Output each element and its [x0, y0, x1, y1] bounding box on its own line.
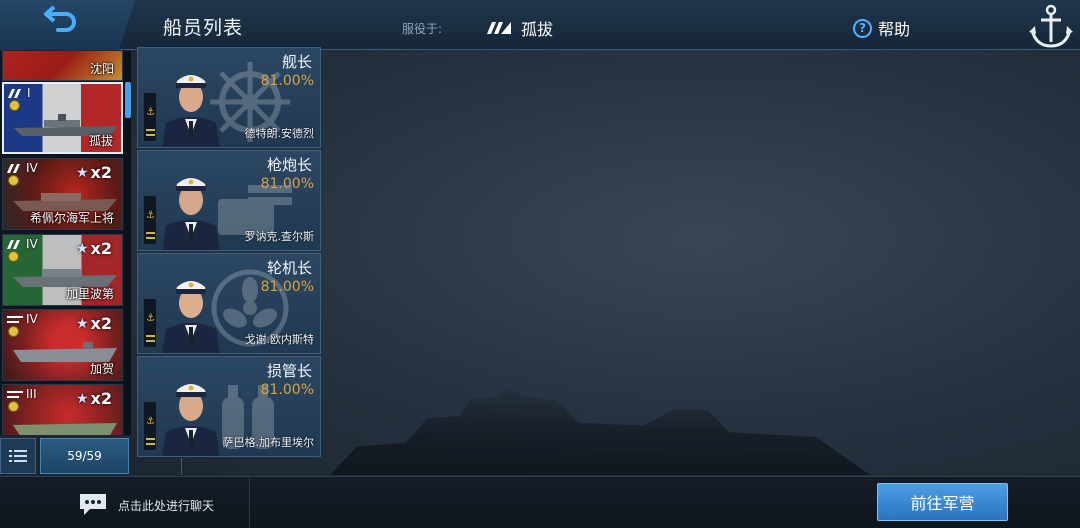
exp-multiplier: ★ x2 — [75, 163, 112, 182]
ship-name: 孤拔 — [88, 134, 113, 148]
ship-count: 59/59 — [40, 438, 129, 474]
ship-list-scroll-thumb[interactable] — [125, 82, 131, 118]
ship-item[interactable]: IV ★ x2 希佩尔海军上将 — [2, 158, 123, 230]
tier-row: IV — [7, 312, 38, 326]
back-arrow-icon — [43, 5, 76, 32]
crew-name: 萨巴格.加布里埃尔 — [222, 436, 315, 449]
crew-role: 轮机长 — [266, 259, 312, 277]
crew-percent: 81.00% — [260, 73, 314, 89]
level-badge-icon — [8, 175, 19, 186]
exp-multiplier: ★ x2 — [75, 314, 112, 333]
help-icon: ? — [853, 18, 872, 38]
ship-item-selected[interactable]: I 孤拔 — [2, 82, 123, 154]
ship-class-icon — [7, 239, 20, 249]
ship-item[interactable]: 沈阳 — [2, 51, 123, 81]
list-view-button[interactable] — [0, 438, 36, 474]
rank-insignia: ⚓ — [143, 195, 157, 245]
crew-card-captain[interactable]: ⚓ 舰长 81.00% 德特朗.安德烈 — [137, 47, 321, 148]
ship-model — [13, 342, 117, 362]
level-badge-icon — [9, 100, 20, 111]
ship-name: 加里波第 — [65, 287, 114, 301]
chat-prompt: 点击此处进行聊天 — [118, 499, 215, 513]
tier-row: I — [8, 86, 31, 100]
bottom-bar: 点击此处进行聊天 前往军营 — [0, 476, 1080, 528]
crew-percent: 81.00% — [260, 279, 314, 295]
help-button[interactable]: ? 帮助 — [853, 16, 910, 40]
ship-tier: III — [26, 387, 37, 401]
tier-row: IV — [7, 237, 38, 251]
tier-row: III — [7, 387, 37, 401]
rank-insignia: ⚓ — [143, 298, 157, 348]
star-icon: ★ — [75, 390, 89, 407]
chat-bubble-icon — [80, 494, 106, 515]
ship-model — [13, 269, 117, 287]
crew-name: 德特朗.安德烈 — [244, 127, 315, 140]
background-warship-silhouette — [330, 387, 870, 475]
crew-card-engineer[interactable]: ⚓ 轮机长 81.00% 戈谢.欧内斯特 — [137, 253, 321, 354]
ship-list[interactable]: 沈阳 I 孤拔 IV ★ x2 希佩尔海军上将 IV ★ x2 加里波第 IV … — [0, 51, 130, 435]
crew-name: 戈谢.欧内斯特 — [244, 333, 315, 346]
help-label: 帮助 — [878, 20, 911, 39]
level-badge-icon — [8, 251, 19, 262]
carrier-class-icon — [7, 315, 23, 323]
crew-role: 枪炮长 — [266, 156, 312, 174]
crew-percent: 81.00% — [260, 176, 314, 192]
ship-item[interactable]: IV ★ x2 加贺 — [2, 309, 123, 381]
ship-tier: IV — [26, 237, 38, 251]
crew-card-damage-control[interactable]: ⚓ 损管长 81.00% 萨巴格.加布里埃尔 — [137, 356, 321, 457]
level-badge-icon — [8, 326, 19, 337]
exp-multiplier: ★ x2 — [75, 389, 112, 408]
ship-tier: IV — [26, 161, 38, 175]
level-badge-icon — [8, 401, 19, 412]
service-label: 服役于: — [402, 22, 443, 36]
go-to-barracks-button[interactable]: 前往军营 — [877, 483, 1008, 521]
ship-class-icon — [7, 163, 20, 173]
page-title: 船员列表 — [163, 17, 244, 39]
rank-insignia: ⚓ — [143, 401, 157, 451]
crew-portrait — [162, 75, 220, 147]
anchor-home-icon[interactable] — [1026, 2, 1076, 50]
divider — [181, 458, 182, 475]
crew-name: 罗讷克.查尔斯 — [244, 230, 315, 243]
carrier-class-icon — [7, 390, 23, 398]
star-icon: ★ — [75, 315, 89, 332]
list-icon — [9, 450, 27, 462]
ship-class-icon — [487, 22, 511, 34]
crew-card-gunnery[interactable]: ⚓ 枪炮长 81.00% 罗讷克.查尔斯 — [137, 150, 321, 251]
star-icon: ★ — [75, 240, 89, 257]
ship-class-icon — [8, 88, 21, 98]
ship-name: 沈阳 — [89, 62, 114, 76]
back-button[interactable] — [0, 0, 135, 50]
crew-portrait — [162, 384, 220, 456]
ship-name: 希佩尔海军上将 — [29, 211, 114, 225]
crew-portrait — [162, 178, 220, 250]
ship-model — [13, 423, 117, 435]
crew-portrait — [162, 281, 220, 353]
service-ship-name: 孤拔 — [521, 20, 554, 39]
crew-role: 损管长 — [266, 362, 312, 380]
star-icon: ★ — [75, 164, 89, 181]
ship-item[interactable]: IV ★ x2 加里波第 — [2, 234, 123, 306]
crew-percent: 81.00% — [260, 382, 314, 398]
ship-model — [13, 193, 117, 211]
ship-tier: IV — [26, 312, 38, 326]
exp-multiplier: ★ x2 — [75, 239, 112, 258]
tier-row: IV — [7, 161, 38, 175]
crew-role: 舰长 — [281, 53, 312, 71]
ship-name: 加贺 — [89, 362, 114, 376]
ship-item[interactable]: III ★ x2 — [2, 384, 123, 435]
chat-button[interactable]: 点击此处进行聊天 — [0, 477, 250, 528]
service-ship: 孤拔 — [487, 16, 553, 40]
rank-insignia: ⚓ — [143, 92, 157, 142]
ship-tier: I — [27, 86, 31, 100]
top-bar: 船员列表 服役于: 孤拔 ? 帮助 — [0, 0, 1080, 50]
